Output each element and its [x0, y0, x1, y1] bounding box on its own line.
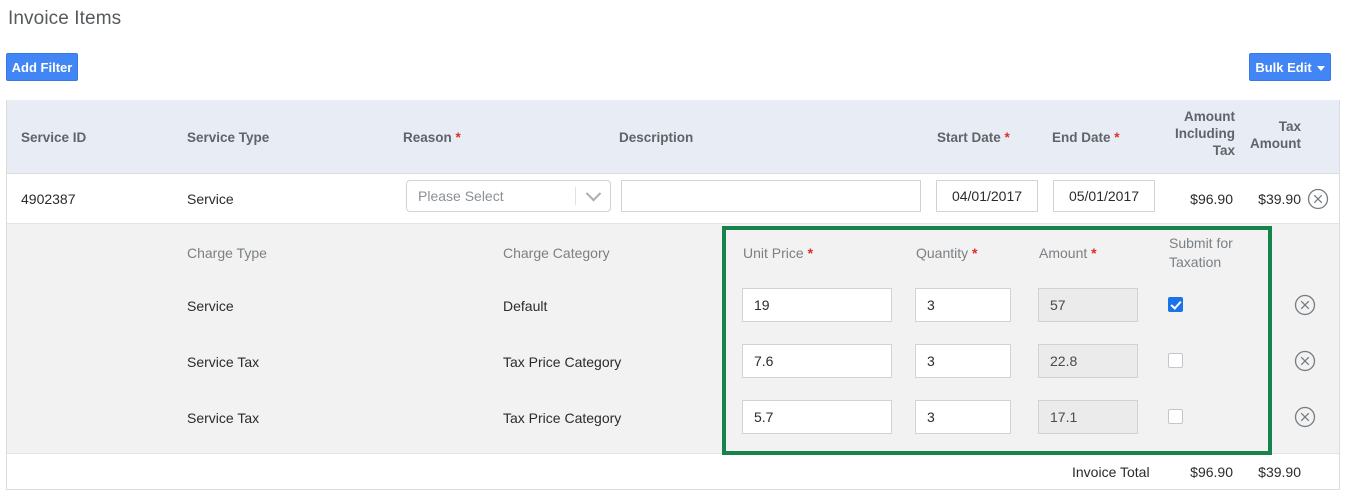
invoice-total-label: Invoice Total	[1072, 464, 1150, 480]
subcolumn-header-quantity: Quantity *	[916, 245, 978, 261]
submit-for-taxation-checkbox[interactable]	[1168, 353, 1183, 368]
cell-charge-category: Tax Price Category	[503, 354, 622, 370]
cell-charge-type: Service Tax	[187, 410, 260, 426]
required-asterisk: *	[1000, 130, 1010, 145]
chevron-down-icon	[576, 185, 610, 202]
column-header-end-date: End Date *	[1052, 130, 1120, 145]
required-asterisk: *	[1110, 130, 1120, 145]
charge-lines-section: Charge Type Charge Category Unit Price *…	[7, 224, 1339, 454]
reason-select-label: Please Select	[418, 188, 504, 204]
reason-select[interactable]: Please Select	[406, 180, 611, 212]
remove-row-button[interactable]	[1307, 188, 1329, 210]
chevron-down-icon	[1316, 65, 1325, 71]
cell-service-type: Service	[187, 191, 234, 207]
cell-charge-type: Service	[187, 298, 234, 314]
amount-input[interactable]	[1038, 400, 1138, 434]
circle-x-icon	[1294, 350, 1316, 372]
cell-charge-category: Default	[503, 298, 548, 314]
start-date-input[interactable]	[936, 180, 1038, 212]
circle-x-icon	[1307, 188, 1329, 210]
end-date-input[interactable]	[1053, 180, 1155, 212]
quantity-input[interactable]	[915, 400, 1011, 434]
submit-for-taxation-checkbox[interactable]	[1168, 409, 1183, 424]
cell-service-id: 4902387	[21, 191, 76, 207]
add-filter-label: Add Filter	[11, 59, 73, 75]
column-header-reason: Reason *	[403, 130, 461, 145]
subcolumn-header-submit-for-taxation: Submit for Taxation	[1169, 235, 1233, 270]
column-header-description: Description	[619, 130, 694, 145]
column-header-amount-including-tax: Amount Including Tax	[1175, 109, 1235, 158]
unit-price-input[interactable]	[742, 400, 892, 434]
circle-x-icon	[1294, 294, 1316, 316]
column-header-tax-amount: Tax Amount	[1250, 119, 1301, 151]
table-row: 4902387 Service Please Select $96.90 $39…	[7, 174, 1339, 224]
remove-charge-line-button[interactable]	[1294, 294, 1316, 316]
bulk-edit-label: Bulk Edit	[1255, 59, 1312, 75]
invoice-total-amount-including-tax: $96.90	[1190, 464, 1233, 480]
cell-amount-including-tax: $96.90	[1190, 191, 1233, 207]
remove-charge-line-button[interactable]	[1294, 350, 1316, 372]
unit-price-input[interactable]	[742, 344, 892, 378]
invoice-items-page: Invoice Items Add Filter Bulk Edit Servi…	[0, 0, 1347, 502]
column-header-start-date: Start Date *	[937, 130, 1010, 145]
amount-input[interactable]	[1038, 288, 1138, 322]
cell-charge-category: Tax Price Category	[503, 410, 622, 426]
quantity-input[interactable]	[915, 344, 1011, 378]
cell-charge-type: Service Tax	[187, 354, 260, 370]
required-asterisk: *	[1087, 245, 1097, 261]
remove-charge-line-button[interactable]	[1294, 406, 1316, 428]
required-asterisk: *	[803, 245, 814, 261]
subcolumn-header-amount: Amount *	[1039, 245, 1097, 261]
add-filter-button[interactable]: Add Filter	[6, 53, 78, 81]
subcolumn-header-charge-category: Charge Category	[503, 245, 610, 261]
invoice-items-table: Service ID Service Type Reason * Descrip…	[6, 100, 1340, 490]
table-header-row: Service ID Service Type Reason * Descrip…	[7, 100, 1339, 174]
circle-x-icon	[1294, 406, 1316, 428]
subcolumn-header-charge-type: Charge Type	[187, 245, 267, 261]
submit-for-taxation-checkbox[interactable]	[1168, 297, 1183, 312]
unit-price-input[interactable]	[742, 288, 892, 322]
column-header-service-id: Service ID	[21, 130, 87, 145]
table-footer-row: Invoice Total $96.90 $39.90	[7, 454, 1339, 489]
subcolumn-header-unit-price: Unit Price *	[743, 245, 814, 261]
quantity-input[interactable]	[915, 288, 1011, 322]
description-input[interactable]	[621, 180, 921, 212]
amount-input[interactable]	[1038, 344, 1138, 378]
column-header-service-type: Service Type	[187, 130, 270, 145]
bulk-edit-button[interactable]: Bulk Edit	[1249, 53, 1331, 81]
required-asterisk: *	[968, 245, 978, 261]
required-asterisk: *	[451, 130, 461, 145]
page-title: Invoice Items	[8, 8, 122, 29]
invoice-total-tax-amount: $39.90	[1258, 464, 1301, 480]
cell-tax-amount: $39.90	[1258, 191, 1301, 207]
